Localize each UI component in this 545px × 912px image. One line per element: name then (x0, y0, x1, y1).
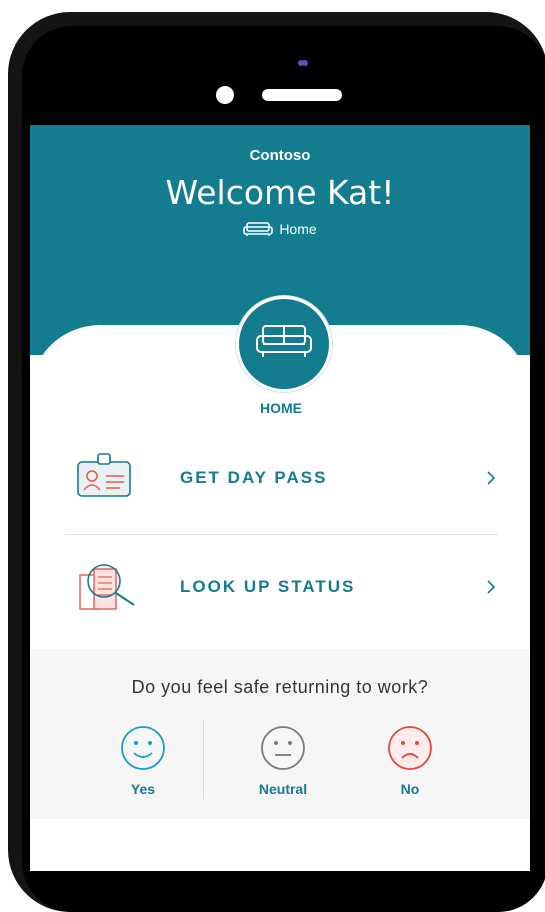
survey-option-neutral[interactable]: Neutral (238, 725, 328, 797)
divider (66, 534, 498, 535)
chevron-right-icon (487, 580, 496, 594)
location-label: Home (279, 221, 317, 237)
home-hub-button[interactable] (236, 296, 332, 392)
survey-question: Do you feel safe returning to work? (131, 677, 429, 697)
neutral-face-icon (261, 726, 305, 770)
earpiece-speaker (262, 89, 342, 101)
welcome-title: Welcome Kat! (165, 173, 395, 212)
get-day-pass-label: GET DAY PASS (180, 468, 328, 487)
front-camera-icon (216, 86, 234, 104)
wellbeing-survey: Do you feel safe returning to work? Yes … (30, 649, 530, 819)
survey-option-no-label: No (400, 781, 420, 797)
sad-face-icon (388, 726, 432, 770)
front-sensor-icon (298, 60, 304, 66)
chevron-right-icon (487, 471, 496, 485)
hub-label: HOME (260, 400, 302, 416)
id-badge-icon (77, 453, 131, 497)
look-up-status-label: LOOK UP STATUS (180, 577, 356, 596)
sofa-icon (243, 222, 274, 236)
sofa-icon (256, 325, 312, 357)
survey-option-no[interactable]: No (365, 725, 455, 797)
survey-option-yes[interactable]: Yes (98, 725, 188, 797)
brand-name: Contoso (249, 147, 311, 164)
look-up-status-button[interactable]: LOOK UP STATUS (66, 549, 498, 629)
current-location: Home (30, 221, 530, 237)
survey-option-yes-label: Yes (130, 781, 156, 797)
app-screen: Contoso Welcome Kat! Home HOME GET DAY P… (30, 125, 530, 871)
happy-face-icon (121, 726, 165, 770)
survey-option-neutral-label: Neutral (258, 781, 308, 797)
survey-divider (203, 719, 204, 799)
get-day-pass-button[interactable]: GET DAY PASS (66, 440, 498, 520)
building-search-icon (79, 564, 135, 610)
